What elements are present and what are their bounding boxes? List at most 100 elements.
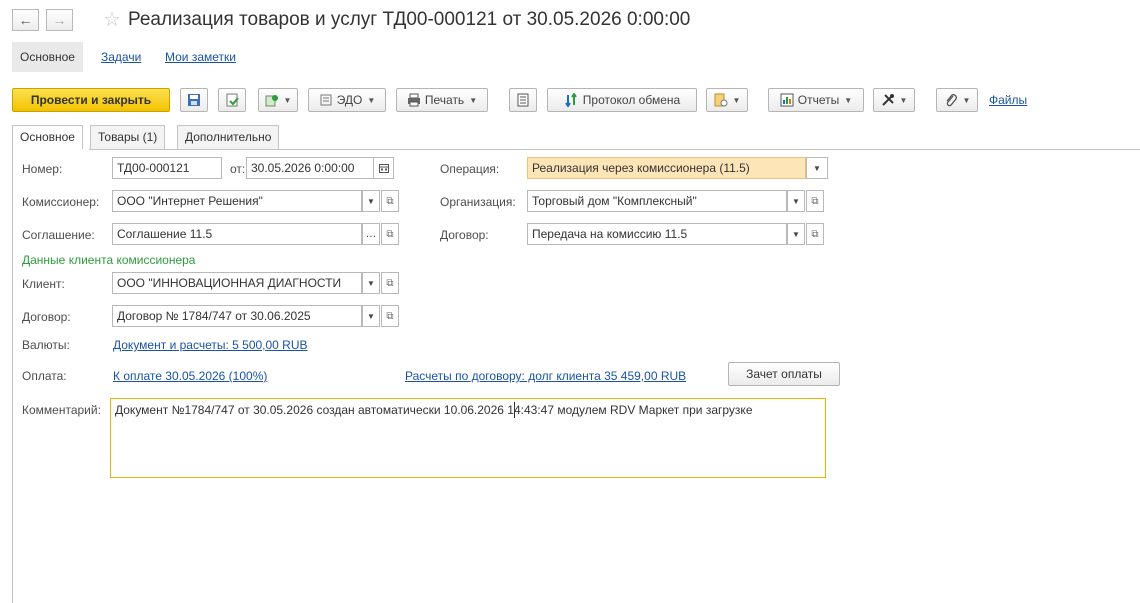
print-label: Печать [424,93,465,107]
tools-icon [881,94,894,106]
comment-label: Комментарий: [22,403,101,417]
client-contract-label: Договор: [22,310,71,324]
contract-label: Договор: [440,228,489,242]
client-contract-field[interactable]: Договор № 1784/747 от 30.06.2025 [112,305,362,327]
agreement-open-button[interactable]: ⧉ [381,223,399,245]
client-label: Клиент: [22,277,65,291]
list-document-icon [517,93,529,107]
create-based-icon [265,95,278,107]
chevron-down-icon: ▼ [899,95,908,105]
currency-link[interactable]: Документ и расчеты: 5 500,00 RUB [113,338,308,352]
post-and-close-button[interactable]: Провести и закрыть [12,88,170,112]
reports-button[interactable]: Отчеты ▼ [768,88,864,112]
exchange-arrows-icon [564,93,577,107]
post-button[interactable] [218,88,246,112]
date-field[interactable]: 30.05.2026 0:00:00 [246,157,374,179]
tab-goods[interactable]: Товары (1) [90,125,166,149]
currency-label: Валюты: [22,338,70,352]
favorite-star-icon[interactable]: ☆ [103,7,121,32]
paperclip-icon [946,94,957,107]
document-journal-button[interactable] [509,88,537,112]
back-button[interactable]: ← [12,9,39,31]
chevron-down-icon: ▼ [844,95,853,105]
payment-link[interactable]: К оплате 30.05.2026 (100%) [113,369,267,383]
agreement-label: Соглашение: [22,228,95,242]
attachments-menu-button[interactable]: ▼ [936,88,978,112]
organization-label: Организация: [440,195,516,209]
chevron-down-icon: ▼ [367,278,375,288]
chevron-down-icon: ▼ [732,95,741,105]
client-dropdown[interactable]: ▼ [362,272,380,294]
contract-field[interactable]: Передача на комиссию 11.5 [527,223,787,245]
client-field[interactable]: ООО "ИННОВАЦИОННАЯ ДИАГНОСТИ [112,272,362,294]
operation-field[interactable]: Реализация через комиссионера (11.5) [527,157,806,179]
client-data-header: Данные клиента комиссионера [22,253,196,267]
tab-main[interactable]: Основное [12,125,83,150]
payment-label: Оплата: [22,369,67,383]
documents-menu-button[interactable]: ▼ [706,88,748,112]
section-tasks[interactable]: Задачи [101,42,141,72]
tab-additional[interactable]: Дополнительно [177,125,280,149]
agreement-select-button[interactable]: … [362,223,380,245]
page-title: Реализация товаров и услуг ТД00-000121 о… [128,9,691,30]
date-label: от: [230,162,246,176]
arrow-right-icon: → [52,12,67,28]
comment-textarea[interactable]: Документ №1784/747 от 30.05.2026 создан … [110,398,826,478]
commissioner-field[interactable]: ООО "Интернет Решения" [112,190,362,212]
calendar-icon [378,164,389,173]
settlements-link[interactable]: Расчеты по договору: долг клиента 35 459… [405,369,686,383]
contract-open-button[interactable]: ⧉ [806,223,824,245]
organization-field[interactable]: Торговый дом "Комплексный" [527,190,787,212]
document-attach-icon [714,93,728,107]
chevron-down-icon: ▼ [367,311,375,321]
open-window-icon: ⧉ [386,277,394,289]
contract-dropdown[interactable]: ▼ [787,223,805,245]
section-notes[interactable]: Мои заметки [165,42,236,72]
commissioner-open-button[interactable]: ⧉ [381,190,399,212]
client-open-button[interactable]: ⧉ [381,272,399,294]
section-main[interactable]: Основное [12,42,83,72]
edo-button[interactable]: ЭДО ▼ [308,88,386,112]
open-window-icon: ⧉ [386,310,394,322]
print-button[interactable]: Печать ▼ [396,88,488,112]
operation-label: Операция: [440,162,500,176]
forward-button[interactable]: → [46,9,73,31]
agreement-field[interactable]: Соглашение 11.5 [112,223,362,245]
chevron-down-icon: ▼ [367,196,375,206]
organization-dropdown[interactable]: ▼ [787,190,805,212]
edo-icon [320,94,332,106]
content-border [12,149,13,603]
ellipsis-icon: … [365,228,377,240]
save-button[interactable] [180,88,208,112]
text-cursor [514,402,515,418]
client-contract-open-button[interactable]: ⧉ [381,305,399,327]
create-based-on-button[interactable]: ▼ [258,88,298,112]
chevron-down-icon: ▼ [367,95,376,105]
number-label: Номер: [22,162,63,176]
printer-icon [407,93,420,107]
reports-icon [780,93,794,107]
open-window-icon: ⧉ [811,195,819,207]
commissioner-dropdown[interactable]: ▼ [362,190,380,212]
calendar-button[interactable] [374,157,394,179]
open-window-icon: ⧉ [811,228,819,240]
exchange-protocol-button[interactable]: Протокол обмена [547,88,697,112]
chevron-down-icon: ▼ [962,95,971,105]
client-contract-dropdown[interactable]: ▼ [362,305,380,327]
commissioner-label: Комиссионер: [22,195,100,209]
number-field[interactable]: ТД00-000121 [112,157,222,179]
operation-dropdown[interactable]: ▼ [806,157,828,179]
edo-label: ЭДО [336,93,363,107]
chevron-down-icon: ▼ [792,229,800,239]
floppy-icon [188,94,200,106]
chevron-down-icon: ▼ [792,196,800,206]
tools-menu-button[interactable]: ▼ [873,88,915,112]
files-link[interactable]: Файлы [989,93,1027,107]
organization-open-button[interactable]: ⧉ [806,190,824,212]
open-window-icon: ⧉ [386,195,394,207]
arrow-left-icon: ← [18,12,33,28]
tab-divider [12,149,1140,150]
open-window-icon: ⧉ [386,228,394,240]
payment-offset-button[interactable]: Зачет оплаты [728,362,840,386]
reports-label: Отчеты [797,93,840,107]
